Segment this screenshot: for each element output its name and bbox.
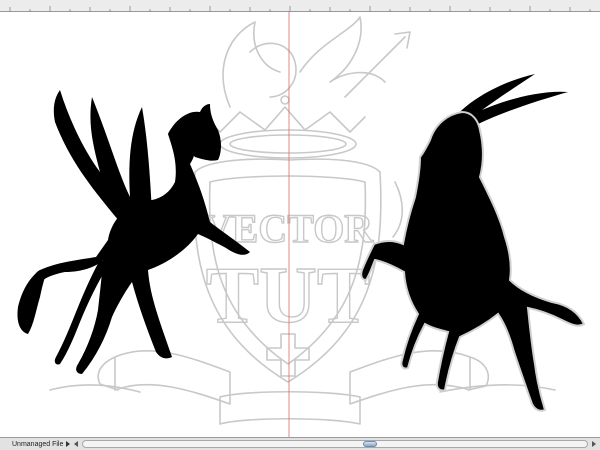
- coat-of-arms-artwork: VECTOR TUT: [17, 12, 586, 437]
- crown-points-sketch: [204, 106, 366, 133]
- artboard-canvas[interactable]: VECTOR TUT: [0, 12, 600, 437]
- shield-text-tut: TUT: [206, 252, 371, 340]
- spear-sketch: [344, 31, 411, 98]
- play-triangle-icon[interactable]: [66, 441, 70, 447]
- illustrator-window: VECTOR TUT Unmanaged File: [0, 0, 600, 450]
- horizontal-scrollbar[interactable]: [82, 440, 588, 448]
- ribbon-center-sketch: [219, 390, 361, 425]
- ibex-silhouette[interactable]: [360, 74, 586, 412]
- crown-band-inner-sketch: [229, 134, 347, 154]
- ibex-body: [360, 110, 586, 412]
- ribbon-left-sketch: [114, 350, 231, 405]
- shield-lettering: VECTOR TUT: [202, 205, 375, 340]
- crown-jewel-sketch: [280, 95, 290, 105]
- ground-sketch: [49, 384, 556, 393]
- scrollbar-thumb[interactable]: [363, 441, 377, 447]
- mantling-left-sketch: [222, 21, 281, 108]
- cross-sketch: [266, 333, 310, 377]
- status-bar: Unmanaged File: [0, 437, 600, 450]
- ruler-ticks: [9, 6, 591, 12]
- document-state-label: Unmanaged File: [12, 440, 64, 448]
- horizontal-ruler[interactable]: [0, 0, 600, 12]
- arrow-left-icon[interactable]: [74, 441, 78, 447]
- mantling-right-sketch: [299, 16, 386, 83]
- arrow-right-icon[interactable]: [592, 441, 596, 447]
- pegasus-tail: [17, 270, 46, 334]
- pegasus-wing: [53, 90, 152, 222]
